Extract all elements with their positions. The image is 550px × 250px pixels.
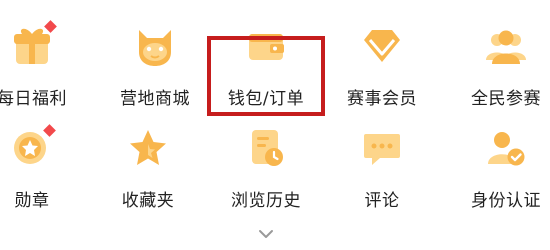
menu-item-browsing-history[interactable]: 浏览历史 [206,124,326,234]
history-icon [252,130,283,166]
menu-item-label: 收藏夹 [121,191,175,211]
wallet-icon [249,34,284,60]
verified-user-icon [488,132,525,166]
people-icon [486,30,526,64]
menu-item-label: 勋章 [14,191,50,211]
menu-item-identity-verification[interactable]: 身份认证 [446,124,550,234]
menu-item-wallet-orders[interactable]: 钱包/订单 [206,22,326,132]
menu-item-label: 评论 [364,191,400,211]
menu-item-event-membership[interactable]: 赛事会员 [322,22,442,132]
feature-menu-grid: 每日福利 营地商城 钱包/订单 赛事会员 全民参赛 勋章 收藏夹 浏览历史 评论… [0,0,550,250]
diamond-icon [364,30,400,62]
menu-item-favorites[interactable]: 收藏夹 [88,124,208,234]
menu-item-camp-mall[interactable]: 营地商城 [95,22,215,132]
menu-item-label: 钱包/订单 [227,89,305,109]
mascot-icon [139,30,171,66]
menu-item-daily-welfare[interactable]: 每日福利 [0,20,92,132]
comment-icon [364,134,400,165]
menu-item-label: 全民参赛 [471,89,541,109]
menu-item-label: 营地商城 [120,89,190,109]
menu-item-medals[interactable]: 勋章 [0,124,92,234]
menu-item-label: 浏览历史 [231,191,301,211]
star-icon [130,130,166,165]
menu-item-comments[interactable]: 评论 [322,124,442,234]
chevron-down-icon[interactable] [258,228,274,240]
menu-item-label: 赛事会员 [347,89,417,109]
menu-item-label: 每日福利 [0,89,67,109]
menu-item-all-compete[interactable]: 全民参赛 [446,22,550,132]
menu-item-label: 身份认证 [471,191,541,211]
